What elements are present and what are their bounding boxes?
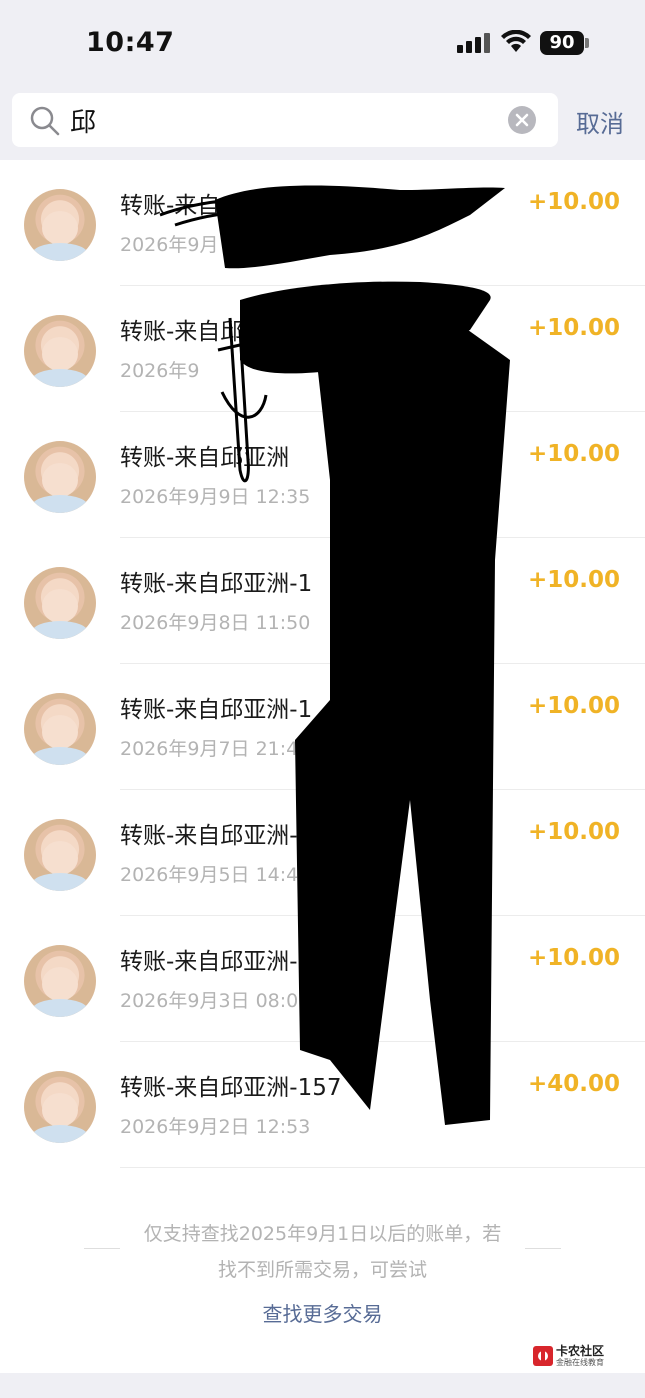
transaction-amount: +10.00: [527, 567, 620, 593]
list-item[interactable]: 转账-来自邱亚洲-1 2026年9月8日 11:50 +10.00: [0, 538, 645, 664]
transaction-date: 2026年9月8日 11:50: [120, 612, 311, 634]
avatar: [24, 441, 96, 513]
transaction-title: 转账-来自: [120, 193, 221, 219]
list-item[interactable]: 转账-来自邱亚洲- 2026年9月3日 08:0 +10.00: [0, 916, 645, 1042]
list-item[interactable]: 转账-来自邱亚洲 2026年9月9日 12:35 +10.00: [0, 412, 645, 538]
footer-divider-right: [525, 1248, 561, 1249]
transaction-title: 转账-来自邱亚洲-1: [120, 697, 313, 723]
transaction-amount: +10.00: [527, 693, 620, 719]
transaction-date: 2026年9月9日 12:35: [120, 486, 311, 508]
watermark: 卡农社区 金融在线教育: [532, 1342, 614, 1372]
notice-line-1: 仅支持查找2025年9月1日以后的账单，若: [143, 1223, 502, 1245]
signal-icon: [457, 33, 491, 53]
cancel-button[interactable]: 取消: [576, 104, 624, 139]
search-box[interactable]: [12, 93, 558, 147]
list-item[interactable]: 转账-来自邱亚洲-1 2026年9月5日 14:4 +10.00: [0, 790, 645, 916]
transaction-amount: +10.00: [527, 189, 620, 215]
transaction-title: 转账-来自邱亚洲: [120, 445, 290, 471]
home-indicator-area: [0, 1373, 645, 1398]
transaction-amount: +10.00: [527, 819, 620, 845]
transaction-title: 转账-来自邱亚洲: [120, 319, 290, 345]
search-notice: 仅支持查找2025年9月1日以后的账单，若 找不到所需交易，可尝试: [130, 1216, 515, 1288]
transaction-date: 2026年9: [120, 360, 200, 382]
avatar: [24, 1071, 96, 1143]
transaction-title: 转账-来自邱亚洲-1: [120, 571, 313, 597]
notice-line-2: 找不到所需交易，可尝试: [217, 1259, 427, 1281]
avatar: [24, 567, 96, 639]
search-icon: [30, 106, 60, 136]
clear-icon[interactable]: [508, 106, 536, 134]
footer-divider-left: [84, 1248, 120, 1249]
wifi-icon: [501, 30, 531, 52]
transaction-title: 转账-来自邱亚洲-157: [120, 1075, 342, 1101]
transaction-date: 2026年9月3日 08:0: [120, 990, 299, 1012]
avatar: [24, 189, 96, 261]
battery-icon: 90: [540, 31, 584, 55]
transaction-amount: +10.00: [527, 441, 620, 467]
list-item[interactable]: 转账-来自邱亚洲 2026年9 +10.00: [0, 286, 645, 412]
find-more-link[interactable]: 查找更多交易: [0, 1298, 645, 1327]
list-item[interactable]: 转账-来自邱亚洲-157 2026年9月2日 12:53 +40.00: [0, 1042, 645, 1168]
status-time: 10:47: [86, 27, 175, 58]
search-input[interactable]: [70, 101, 490, 139]
avatar: [24, 945, 96, 1017]
avatar: [24, 693, 96, 765]
transaction-title: 转账-来自邱亚洲-1: [120, 823, 313, 849]
list-item[interactable]: 转账-来自 2026年9月 +10.00: [0, 160, 645, 286]
transaction-amount: +10.00: [527, 945, 620, 971]
transaction-date: 2026年9月5日 14:4: [120, 864, 299, 886]
search-bar: 取消: [0, 82, 645, 160]
transaction-title: 转账-来自邱亚洲-: [120, 949, 298, 975]
transaction-list: 转账-来自 2026年9月 +10.00 转账-来自邱亚洲 2026年9 +10…: [0, 160, 645, 1168]
watermark-logo-icon: [533, 1346, 553, 1366]
watermark-subtitle: 金融在线教育: [556, 1358, 604, 1367]
avatar: [24, 819, 96, 891]
transaction-amount: +40.00: [527, 1071, 620, 1097]
status-bar: 10:47 90: [0, 0, 645, 82]
divider: [120, 1167, 645, 1168]
transaction-amount: +10.00: [527, 315, 620, 341]
transaction-date: 2026年9月2日 12:53: [120, 1116, 311, 1138]
transaction-date: 2026年9月7日 21:45: [120, 738, 311, 760]
battery-tip: [585, 38, 589, 48]
avatar: [24, 315, 96, 387]
transaction-date: 2026年9月: [120, 234, 219, 256]
list-item[interactable]: 转账-来自邱亚洲-1 2026年9月7日 21:45 +10.00: [0, 664, 645, 790]
